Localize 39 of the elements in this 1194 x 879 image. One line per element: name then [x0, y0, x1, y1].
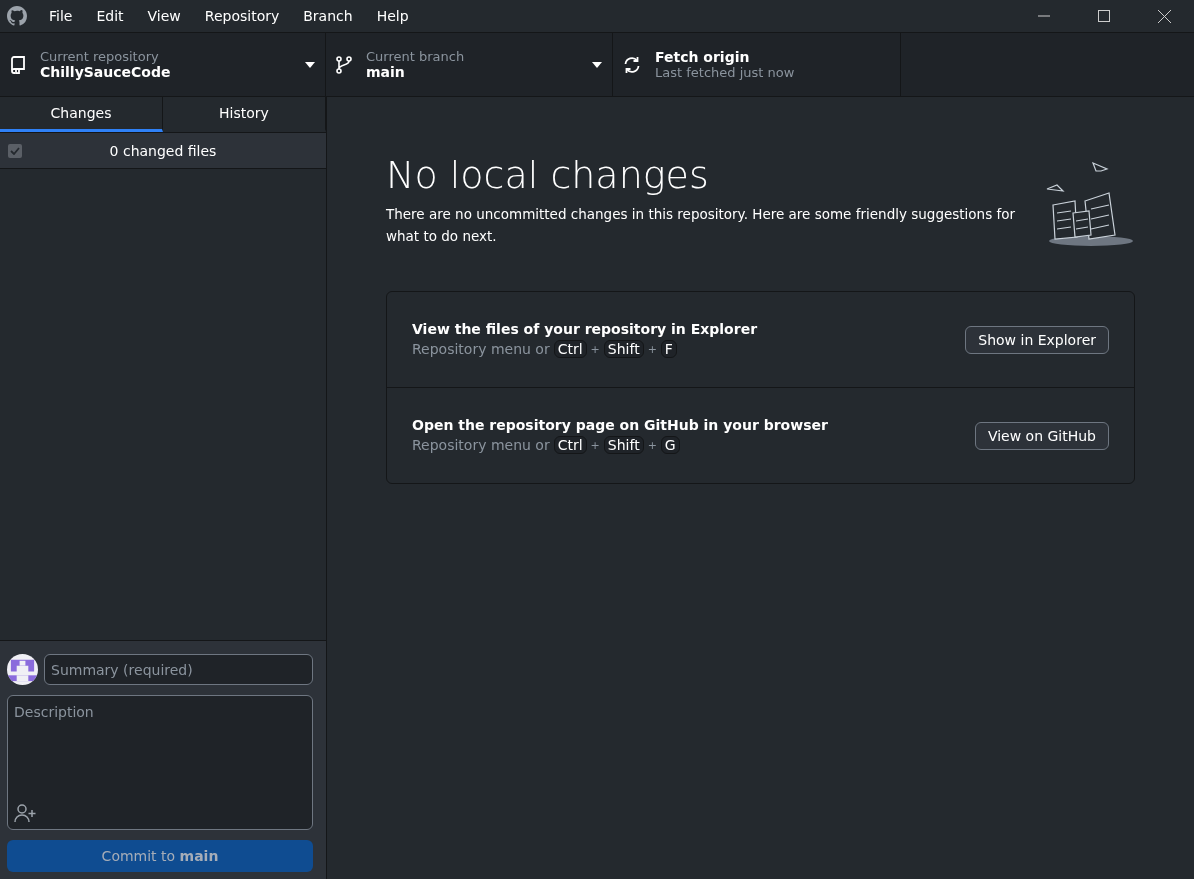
menu-item[interactable]: File	[39, 4, 83, 28]
menu-item[interactable]: Repository	[194, 4, 290, 28]
menu-item[interactable]: Edit	[86, 4, 134, 28]
close-icon	[1157, 9, 1171, 23]
github-logo-icon	[7, 6, 27, 26]
menu-item[interactable]: View	[137, 4, 191, 28]
blankslate-description: There are no uncommitted changes in this repository. Here are some friendly suggestions for what to do next.	[386, 205, 1017, 246]
suggestion-button[interactable]: Show in Explorer	[965, 325, 1109, 354]
menu-item[interactable]: Help	[366, 4, 419, 28]
blankslate-title: No local changes	[386, 153, 710, 197]
summary-field[interactable]: Summary (required)	[44, 654, 313, 685]
repository-icon	[10, 55, 26, 74]
branch-icon	[336, 55, 352, 74]
suggestion-title: Open the repository page on GitHub in your browser	[412, 417, 828, 433]
plus-sign: +	[590, 342, 600, 356]
keyboard-key: Ctrl	[553, 340, 587, 358]
keyboard-key: Ctrl	[553, 436, 587, 454]
suggestion-title: View the files of your repository in Explorer	[412, 321, 758, 337]
maximize-icon	[1098, 10, 1110, 22]
menu-item[interactable]: Branch	[293, 4, 363, 28]
keyboard-key: Shift	[603, 436, 644, 454]
keyboard-key: Shift	[603, 340, 644, 358]
caret-icon	[305, 61, 315, 68]
plus-sign: +	[647, 342, 657, 356]
plus-sign: +	[647, 438, 657, 452]
plus-sign: +	[590, 438, 600, 452]
suggestion-hint: Repository menu or	[412, 437, 550, 453]
keyboard-key: F	[660, 340, 677, 358]
caret-icon	[592, 61, 602, 68]
suggestion-hint: Repository menu or	[412, 341, 550, 357]
suggestion-button[interactable]: View on GitHub	[974, 421, 1109, 450]
sync-icon	[623, 55, 641, 74]
select-all-checkbox[interactable]	[8, 143, 22, 158]
tab[interactable]: Changes	[0, 97, 163, 132]
changed-files-count: 0 changed files	[108, 142, 218, 159]
avatar-icon	[7, 654, 38, 685]
description-field[interactable]: Description	[7, 695, 313, 830]
keyboard-key: G	[660, 436, 680, 454]
add-coauthor-icon[interactable]	[14, 804, 36, 822]
